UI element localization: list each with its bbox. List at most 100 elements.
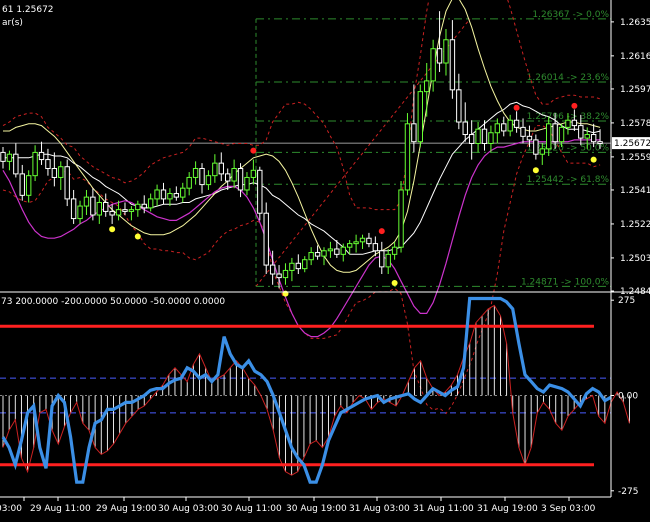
candle-body-bearish bbox=[276, 273, 282, 279]
candle-body-bullish bbox=[346, 243, 353, 248]
price-header-line2: ar(s) bbox=[2, 18, 23, 28]
candle-body-bullish bbox=[77, 205, 83, 220]
candle-body-bullish bbox=[205, 175, 212, 186]
price-tick-label: 1.25030 bbox=[620, 254, 650, 264]
candle-body-bearish bbox=[314, 252, 321, 257]
candle-body-bullish bbox=[147, 198, 154, 209]
candle-body-bearish bbox=[513, 119, 520, 128]
price-tick-label: 1.25785 bbox=[620, 119, 650, 129]
candle-body-bearish bbox=[263, 212, 269, 266]
candle-body-bearish bbox=[109, 210, 115, 216]
price-tick-label: 1.25410 bbox=[620, 186, 650, 196]
candle-body-bullish bbox=[340, 246, 346, 255]
candle-body-bearish bbox=[122, 209, 128, 212]
candle-body-bearish bbox=[257, 169, 263, 214]
candle-body-bullish bbox=[250, 169, 257, 178]
candle-body-bearish bbox=[366, 237, 372, 245]
candle-body-bullish bbox=[385, 253, 391, 268]
candle-body-bullish bbox=[231, 168, 237, 182]
oscillator-tick-label: -275 bbox=[618, 487, 638, 497]
time-tick-label: 29 Aug 11:00 bbox=[30, 504, 91, 514]
candle-body-bullish bbox=[83, 196, 90, 207]
candle-body-bearish bbox=[13, 153, 19, 175]
candle-body-bearish bbox=[64, 166, 70, 200]
candle-body-bearish bbox=[70, 198, 77, 220]
candle-body-bearish bbox=[520, 126, 526, 137]
candle-body-bearish bbox=[456, 89, 462, 123]
time-tick-label: 30 Aug 19:00 bbox=[286, 504, 347, 514]
candle-body-bearish bbox=[237, 168, 244, 191]
price-tick-label: 1.26160 bbox=[620, 52, 650, 62]
candle-body-bullish bbox=[507, 119, 513, 132]
candle-body-bullish bbox=[488, 132, 494, 144]
candle-body-bullish bbox=[558, 126, 565, 143]
candle-body-bearish bbox=[51, 168, 58, 178]
fib-level-label: 1.25442 -> 61.8% bbox=[527, 175, 610, 185]
candle-body-bullish bbox=[128, 209, 135, 212]
candle-body-bullish bbox=[289, 262, 295, 271]
candle-body-bullish bbox=[321, 250, 327, 257]
candle-body-bearish bbox=[411, 123, 417, 143]
candle-body-bearish bbox=[571, 119, 578, 127]
time-tick-label: 29 Aug 19:00 bbox=[96, 504, 157, 514]
candle-body-bearish bbox=[462, 121, 468, 136]
candle-body-bullish bbox=[417, 91, 424, 143]
price-tick-label: 1.26350 bbox=[620, 18, 650, 28]
candle-body-bullish bbox=[398, 189, 404, 248]
oscillator-tick-label: 275 bbox=[618, 296, 635, 306]
price-header-line1: 61 1.25672 bbox=[2, 5, 54, 15]
sell-signal-dot bbox=[250, 147, 257, 154]
candle-body-bearish bbox=[295, 262, 302, 270]
candle-body-bullish bbox=[584, 134, 590, 139]
candle-body-bearish bbox=[552, 123, 558, 143]
time-tick-label: 31 Aug 19:00 bbox=[477, 504, 538, 514]
candle-body-bullish bbox=[539, 148, 545, 155]
candle-body-bearish bbox=[501, 123, 507, 132]
candle-body-bearish bbox=[218, 162, 224, 175]
time-tick-label: 30 Aug 03:00 bbox=[158, 504, 219, 514]
candle-body-bullish bbox=[212, 162, 218, 177]
price-tick-label: 1.25220 bbox=[620, 220, 650, 230]
candle-body-bearish bbox=[481, 128, 488, 144]
candle-body-bullish bbox=[404, 123, 411, 191]
current-price-value: 1.25672 bbox=[614, 139, 650, 149]
candle-body-bearish bbox=[526, 135, 533, 141]
candle-body-bullish bbox=[327, 248, 334, 252]
oscillator-header: 73 200.0000 -200.0000 50.0000 -50.0000 0… bbox=[1, 297, 225, 307]
buy-signal-dot bbox=[109, 226, 116, 233]
candle-body-bullish bbox=[186, 176, 192, 189]
candle-body-bullish bbox=[391, 246, 398, 255]
candle-body-bullish bbox=[443, 39, 449, 64]
candle-body-bullish bbox=[359, 237, 366, 243]
candle-body-bullish bbox=[192, 168, 199, 178]
candle-body-bearish bbox=[141, 203, 147, 209]
candle-body-bearish bbox=[597, 141, 603, 144]
candle-body-bearish bbox=[372, 243, 379, 252]
candle-body-bullish bbox=[302, 259, 308, 270]
candle-body-bullish bbox=[167, 193, 173, 200]
candle-body-bearish bbox=[379, 250, 385, 268]
candle-body-bullish bbox=[6, 153, 13, 162]
candle-body-bullish bbox=[546, 123, 552, 150]
trading-chart: 1.26367 -> 0.0%1.26014 -> 23.6%1.25796 -… bbox=[0, 0, 650, 522]
time-tick-label: 31 Aug 11:00 bbox=[413, 504, 474, 514]
candle-body-bearish bbox=[225, 173, 231, 182]
candle-body-bullish bbox=[180, 187, 186, 198]
candle-body-bearish bbox=[0, 151, 6, 162]
candle-body-bearish bbox=[533, 139, 539, 155]
candle-body-bullish bbox=[154, 189, 160, 200]
time-tick-label: 31 Aug 03:00 bbox=[349, 504, 410, 514]
candle-body-bearish bbox=[45, 159, 51, 170]
sell-signal-dot bbox=[378, 228, 385, 235]
buy-signal-dot bbox=[590, 156, 597, 163]
candle-body-bearish bbox=[436, 48, 443, 64]
price-tick-label: 1.25595 bbox=[620, 153, 650, 163]
candle-body-bearish bbox=[199, 168, 205, 186]
candle-body-bullish bbox=[308, 252, 314, 261]
candle-body-bearish bbox=[449, 39, 456, 91]
candle-body-bullish bbox=[353, 241, 359, 245]
oscillator-tick-label: 0.00 bbox=[618, 392, 638, 402]
candle-body-bearish bbox=[19, 173, 25, 196]
candle-body-bullish bbox=[58, 166, 64, 178]
price-tick-label: 1.25975 bbox=[620, 85, 650, 95]
